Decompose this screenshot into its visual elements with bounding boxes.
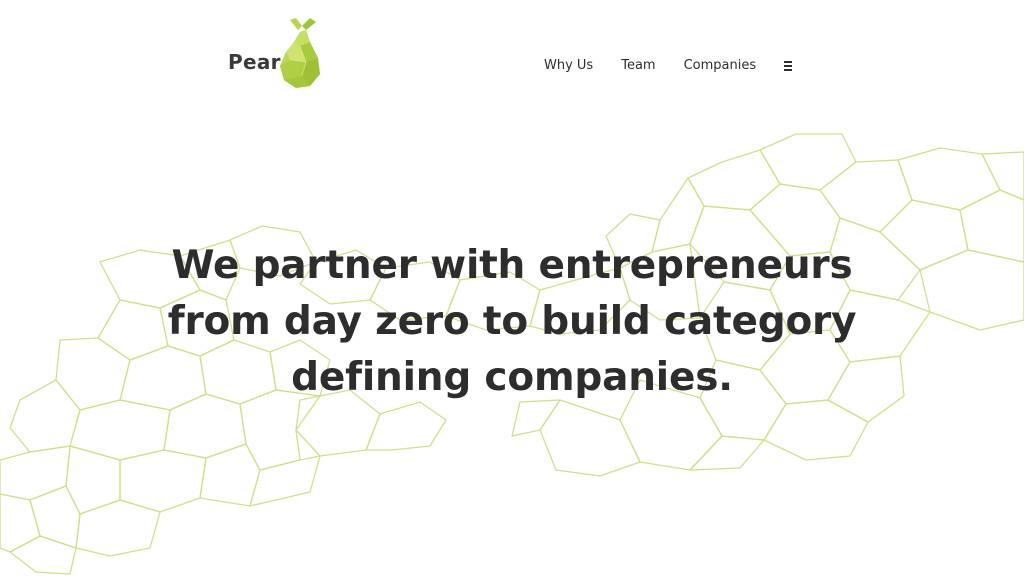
brand-name: Pear — [228, 50, 281, 74]
nav-item-why-us[interactable]: Why Us — [536, 56, 601, 75]
pear-logo-link[interactable]: Pear — [226, 14, 326, 90]
hero-headline-line-3: defining companies. — [291, 355, 733, 400]
menu-icon-bar — [784, 69, 793, 71]
hero-headline-line-1: We partner with entrepreneurs — [171, 243, 853, 288]
hamburger-menu-icon[interactable] — [778, 57, 798, 73]
menu-icon-bar — [784, 61, 793, 63]
menu-icon-bar — [784, 65, 793, 67]
hero-headline: We partner with entrepreneurs from day z… — [112, 238, 912, 406]
site-header: Pear Why Us Team Companies — [0, 0, 1024, 120]
pear-icon — [280, 18, 320, 88]
main-nav: Why Us Team Companies — [536, 54, 798, 76]
nav-item-team[interactable]: Team — [613, 56, 663, 75]
hero-section: We partner with entrepreneurs from day z… — [112, 238, 912, 406]
nav-item-companies[interactable]: Companies — [676, 56, 765, 75]
hero-headline-line-2: from day zero to build category — [167, 299, 857, 344]
